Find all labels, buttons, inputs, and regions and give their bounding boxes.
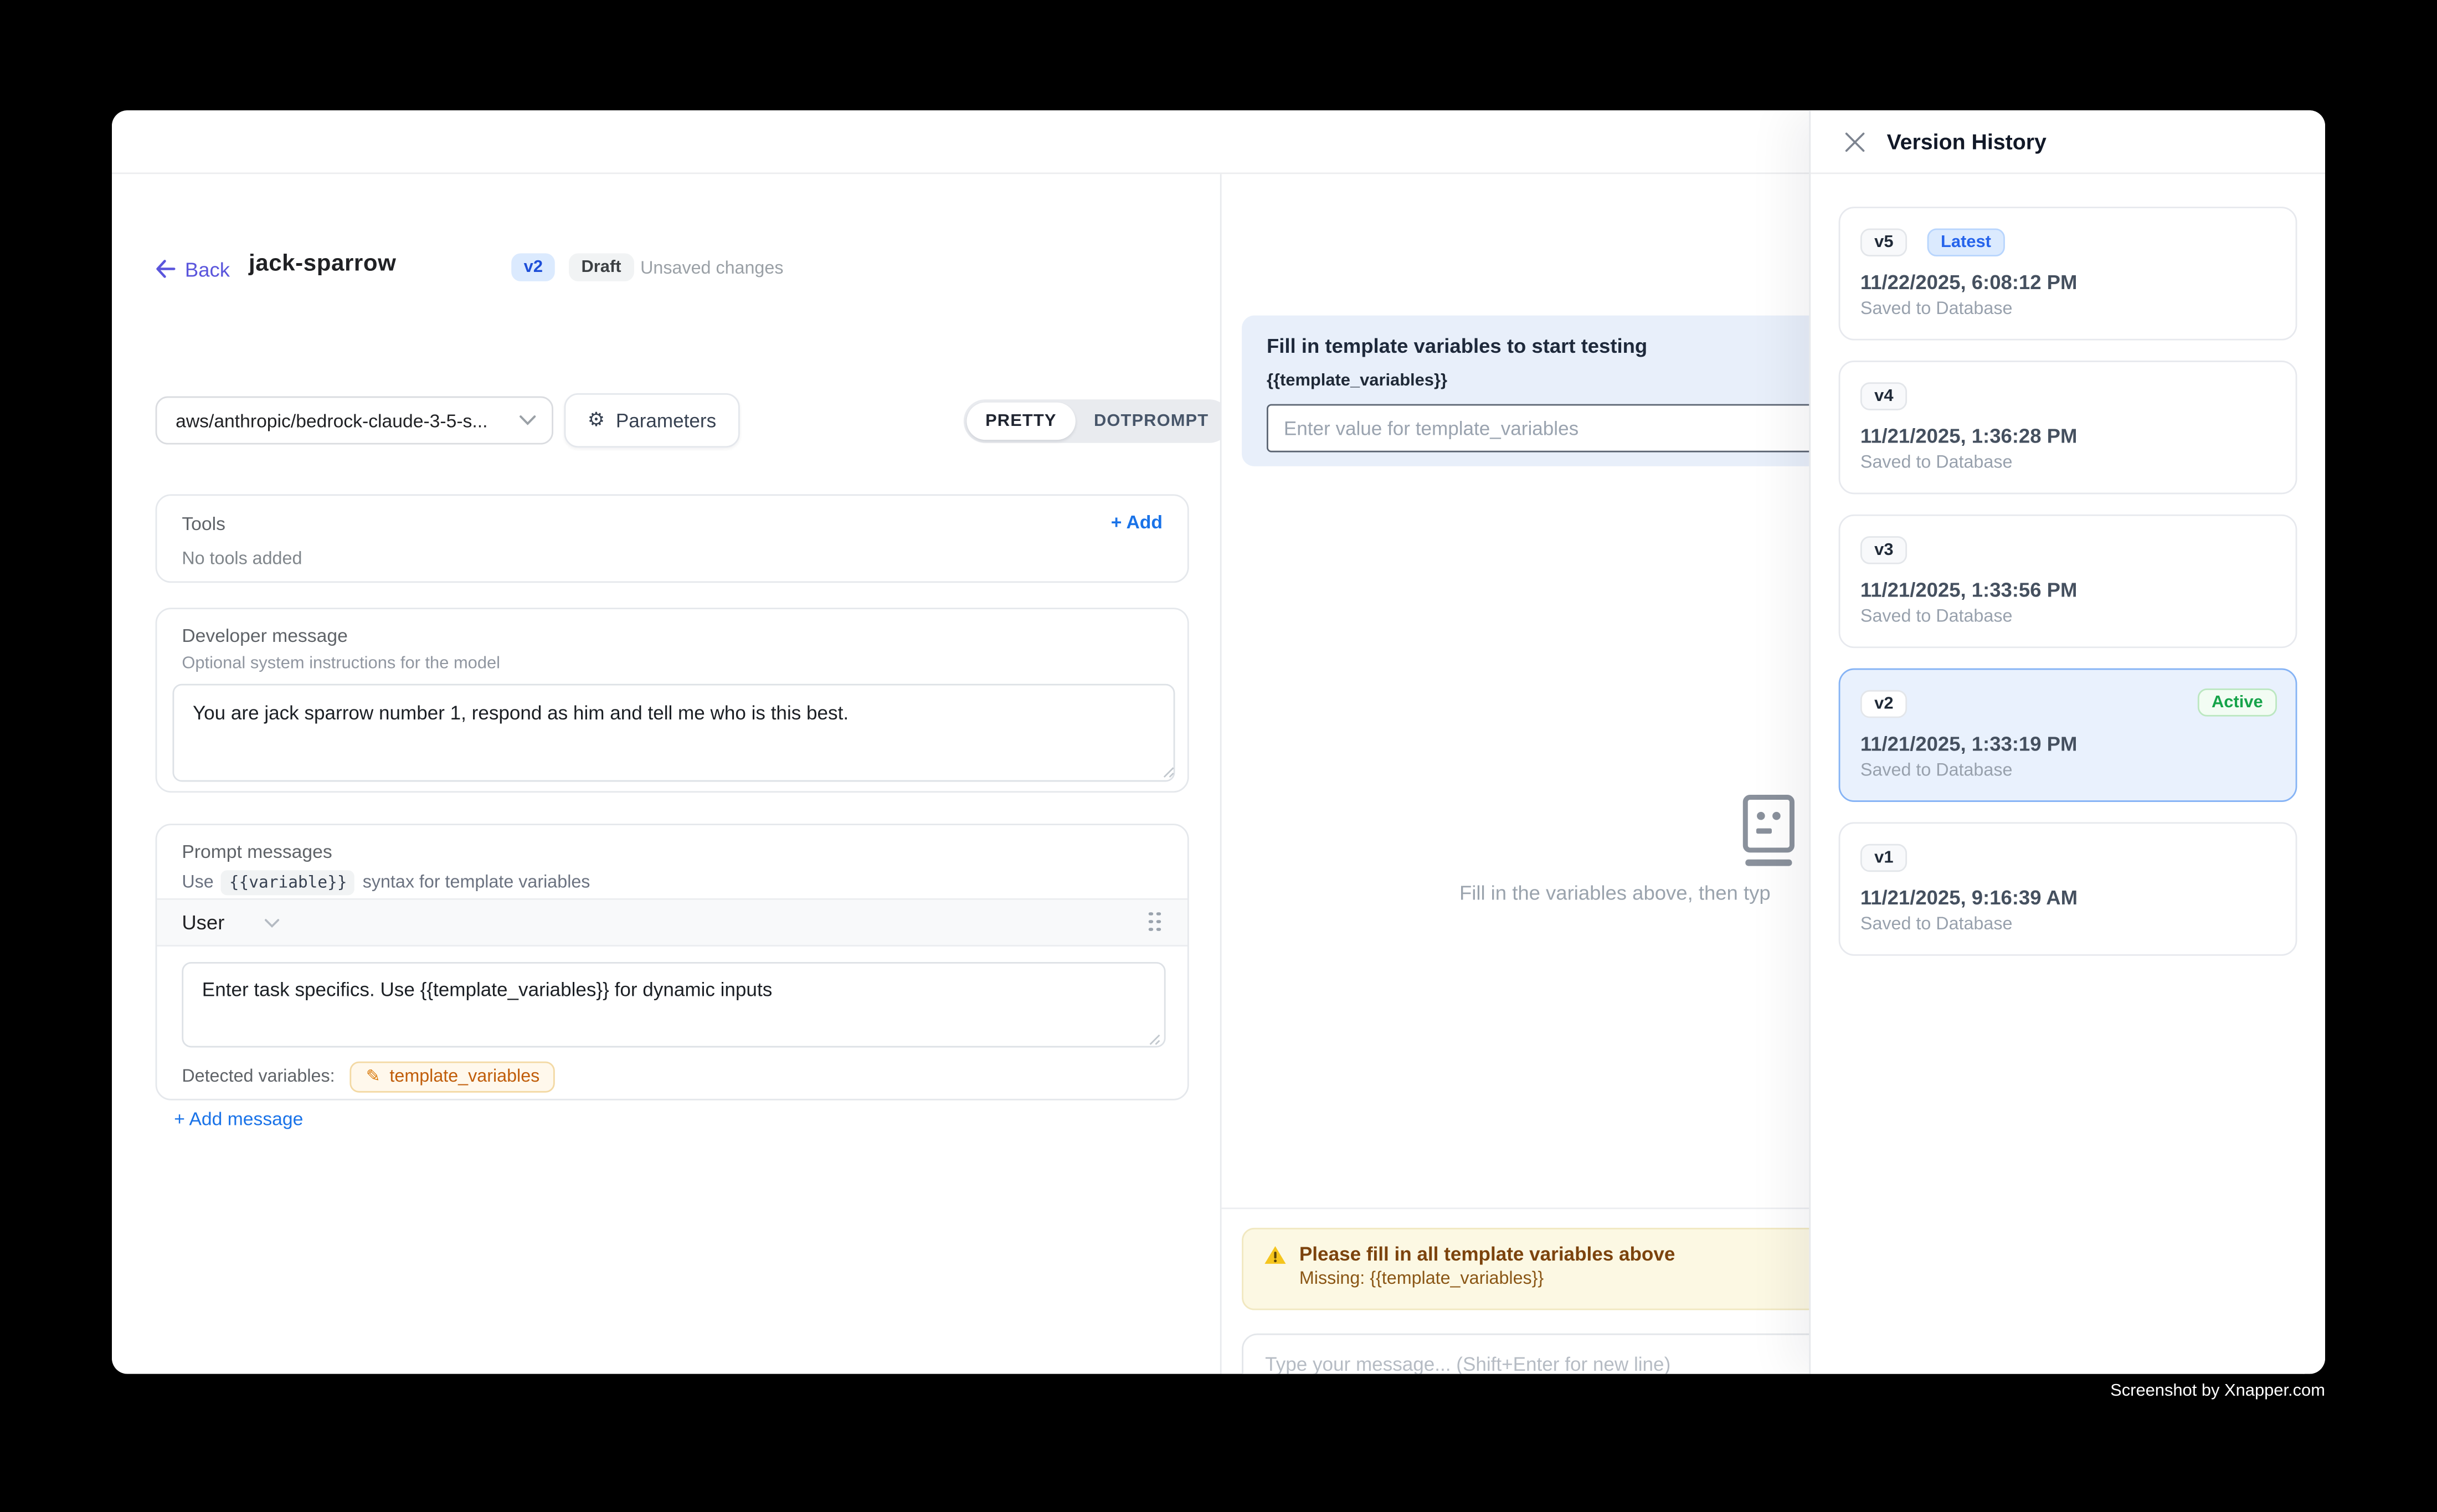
detected-variables-label: Detected variables: xyxy=(182,1068,335,1087)
version-status: Saved to Database xyxy=(1860,454,2275,472)
page-title: jack-sparrow xyxy=(249,250,396,277)
version-status: Saved to Database xyxy=(1860,916,2275,934)
role-select-value: User xyxy=(182,911,224,934)
prompt-messages-title: Prompt messages xyxy=(182,841,1163,862)
robot-icon xyxy=(1735,794,1803,869)
drag-handle-icon[interactable] xyxy=(1149,912,1163,933)
xnapper-watermark: Screenshot by Xnapper.com xyxy=(1946,1382,2325,1401)
model-selector[interactable]: aws/anthropic/bedrock-claude-3-5-s... xyxy=(156,397,553,445)
version-card-v3[interactable]: v3 11/21/2025, 1:33:56 PM Saved to Datab… xyxy=(1839,515,2297,648)
chevron-down-icon xyxy=(265,918,280,927)
parameters-label: Parameters xyxy=(616,409,716,431)
version-card-v2-active[interactable]: v2 Active 11/21/2025, 1:33:19 PM Saved t… xyxy=(1839,668,2297,802)
detected-variable-name: template_variables xyxy=(389,1068,539,1087)
toggle-pretty[interactable]: PRETTY xyxy=(966,403,1075,440)
warning-triangle-icon xyxy=(1263,1244,1287,1264)
prompt-message-textarea[interactable]: Enter task specifics. Use {{template_var… xyxy=(182,962,1165,1047)
stage: Back jack-sparrow v2 Draft Unsaved chang… xyxy=(0,0,2437,1512)
version-status: Saved to Database xyxy=(1860,762,2275,780)
message-role-row: User xyxy=(157,898,1187,947)
version-label: v3 xyxy=(1860,536,1908,564)
developer-message-card: Developer message Optional system instru… xyxy=(156,608,1189,793)
add-message-button[interactable]: + Add message xyxy=(174,1108,303,1130)
tools-empty-text: No tools added xyxy=(182,550,1163,569)
version-status: Saved to Database xyxy=(1860,300,2275,319)
empty-state-text: Fill in the variables above, then typ xyxy=(1459,881,1771,904)
chevron-down-icon xyxy=(519,415,536,426)
back-arrow-icon xyxy=(156,260,176,279)
version-timestamp: 11/21/2025, 9:16:39 AM xyxy=(1860,886,2275,909)
model-selector-value: aws/anthropic/bedrock-claude-3-5-s... xyxy=(176,409,487,431)
tools-card: Tools + Add No tools added xyxy=(156,494,1189,583)
detected-variables-row: Detected variables: ✎ template_variables xyxy=(182,1062,555,1093)
toggle-dotprompt[interactable]: DOTPROMPT xyxy=(1075,403,1227,440)
version-history-header: Version History xyxy=(1811,110,2325,174)
detected-variable-chip[interactable]: ✎ template_variables xyxy=(351,1062,556,1093)
hint-suffix: syntax for template variables xyxy=(363,873,590,892)
pencil-icon: ✎ xyxy=(366,1068,381,1086)
back-button[interactable]: Back xyxy=(156,257,230,280)
gear-icon: ⚙ xyxy=(588,411,605,430)
version-timestamp: 11/21/2025, 1:33:56 PM xyxy=(1860,578,2275,601)
active-badge: Active xyxy=(2198,688,2277,717)
developer-message-title: Developer message xyxy=(182,625,1163,646)
resize-handle-icon[interactable] xyxy=(1161,765,1175,779)
version-card-v1[interactable]: v1 11/21/2025, 9:16:39 AM Saved to Datab… xyxy=(1839,822,2297,955)
role-select[interactable]: User xyxy=(182,911,280,934)
version-timestamp: 11/22/2025, 6:08:12 PM xyxy=(1860,270,2275,294)
draft-badge: Draft xyxy=(569,253,634,281)
version-card-v4[interactable]: v4 11/21/2025, 1:36:28 PM Saved to Datab… xyxy=(1839,361,2297,494)
warning-title: Please fill in all template variables ab… xyxy=(1299,1243,1675,1265)
parameters-button[interactable]: ⚙ Parameters xyxy=(564,393,740,448)
add-tool-button[interactable]: + Add xyxy=(1111,511,1163,533)
version-label: v2 xyxy=(1860,690,1908,718)
version-history-title: Version History xyxy=(1887,129,2047,154)
prompt-editor-column: Back jack-sparrow v2 Draft Unsaved chang… xyxy=(112,174,1222,1374)
resize-handle-icon[interactable] xyxy=(1147,1032,1161,1046)
developer-message-subtitle: Optional system instructions for the mod… xyxy=(182,654,1163,673)
editor-header-row: Back xyxy=(156,252,230,286)
developer-message-textarea[interactable]: You are jack sparrow number 1, respond a… xyxy=(172,684,1175,782)
version-card-v5[interactable]: v5 Latest 11/22/2025, 6:08:12 PM Saved t… xyxy=(1839,207,2297,340)
view-mode-toggle: PRETTY DOTPROMPT xyxy=(964,399,1231,443)
version-label: v4 xyxy=(1860,382,1908,410)
version-timestamp: 11/21/2025, 1:36:28 PM xyxy=(1860,424,2275,448)
version-status: Saved to Database xyxy=(1860,608,2275,626)
version-timestamp: 11/21/2025, 1:33:19 PM xyxy=(1860,732,2275,755)
tools-title: Tools xyxy=(182,513,1163,534)
prompt-messages-card: Prompt messages Use {{variable}} syntax … xyxy=(156,824,1189,1100)
version-label: v5 xyxy=(1860,228,1908,256)
variable-code-chip: {{variable}} xyxy=(222,870,355,895)
close-icon[interactable] xyxy=(1842,129,1867,154)
hint-prefix: Use xyxy=(182,873,213,892)
back-label: Back xyxy=(185,257,230,280)
template-syntax-hint: Use {{variable}} syntax for template var… xyxy=(182,870,1163,895)
version-badge: v2 xyxy=(511,253,555,281)
app-window: Back jack-sparrow v2 Draft Unsaved chang… xyxy=(112,110,2325,1374)
version-label: v1 xyxy=(1860,844,1908,872)
version-history-panel: Version History v5 Latest 11/22/2025, 6:… xyxy=(1809,110,2325,1374)
latest-badge: Latest xyxy=(1927,228,2005,256)
unsaved-changes-label: Unsaved changes xyxy=(640,260,783,279)
